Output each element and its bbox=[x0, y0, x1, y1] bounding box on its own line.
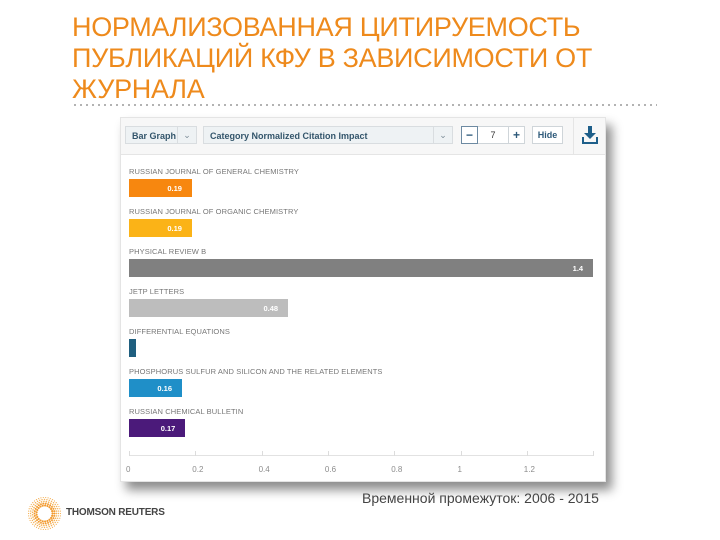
bar[interactable]: 0.16 bbox=[129, 379, 183, 397]
metric-select[interactable]: Category Normalized Citation Impact ⌄ bbox=[203, 126, 453, 144]
slide-title: НОРМАЛИЗОВАННАЯ ЦИТИРУЕМОСТЬ ПУБЛИКАЦИЙ … bbox=[72, 12, 672, 105]
x-tick-label: 0.2 bbox=[192, 465, 204, 474]
bar-label: RUSSIAN JOURNAL OF ORGANIC CHEMISTRY bbox=[129, 207, 299, 216]
x-tick-label: 1.2 bbox=[523, 465, 535, 474]
x-tick bbox=[394, 451, 396, 456]
bar[interactable]: 0.19 bbox=[129, 179, 192, 197]
x-tick-label: 1 bbox=[457, 465, 462, 474]
bar-label: JETP LETTERS bbox=[129, 287, 185, 296]
chevron-down-icon[interactable]: ⌄ bbox=[177, 127, 196, 143]
bar-value-label: 0.19 bbox=[167, 224, 182, 233]
bar-label: PHOSPHORUS SULFUR AND SILICON AND THE RE… bbox=[129, 367, 383, 376]
hide-button[interactable]: Hide bbox=[532, 126, 563, 144]
chart-type-value: Bar Graph bbox=[132, 131, 177, 141]
x-tick-label: 0 bbox=[126, 465, 131, 474]
bar-label: PHYSICAL REVIEW B bbox=[129, 247, 207, 256]
x-tick bbox=[129, 451, 130, 456]
bar[interactable]: 0.48 bbox=[129, 299, 289, 317]
x-tick bbox=[526, 451, 528, 456]
bar[interactable]: 0.17 bbox=[129, 419, 186, 437]
x-tick bbox=[327, 451, 329, 456]
download-icon bbox=[582, 126, 598, 144]
dotted-divider bbox=[72, 104, 657, 106]
bar-label: RUSSIAN JOURNAL OF GENERAL CHEMISTRY bbox=[129, 167, 300, 176]
time-period-label: Временной промежуток: 2006 - 2015 bbox=[362, 490, 599, 506]
bar[interactable]: 0.19 bbox=[129, 219, 192, 237]
x-axis-line bbox=[129, 455, 594, 456]
x-tick bbox=[195, 451, 197, 456]
title-line-1: НОРМАЛИЗОВАННАЯ ЦИТИРУЕМОСТЬ bbox=[72, 12, 581, 42]
metric-value: Category Normalized Citation Impact bbox=[210, 131, 368, 141]
chart-toolbar: Bar Graph ⌄ Category Normalized Citation… bbox=[121, 118, 605, 155]
bar-value-label: 0.48 bbox=[263, 304, 279, 313]
bar-value-label: 0.17 bbox=[160, 424, 176, 433]
count-input[interactable]: 7 bbox=[478, 126, 508, 144]
chart-panel: Bar Graph ⌄ Category Normalized Citation… bbox=[120, 117, 606, 482]
bar-label: RUSSIAN CHEMICAL BULLETIN bbox=[129, 407, 244, 416]
bar-value-label: 1.4 bbox=[572, 264, 584, 273]
bar-value-label: 0.16 bbox=[157, 384, 173, 393]
bar-label: DIFFERENTIAL EQUATIONS bbox=[129, 327, 230, 336]
x-tick bbox=[261, 451, 263, 456]
bar-value-label: 0.19 bbox=[167, 184, 182, 193]
x-tick-label: 0.4 bbox=[258, 465, 270, 474]
chevron-down-icon[interactable]: ⌄ bbox=[433, 127, 452, 143]
x-tick-label: 0.8 bbox=[391, 465, 403, 474]
thomson-reuters-logo-icon bbox=[28, 497, 61, 530]
decrease-button[interactable]: − bbox=[461, 126, 478, 144]
x-tick-label: 0.6 bbox=[324, 465, 337, 474]
bar[interactable]: 1.4 bbox=[129, 259, 594, 277]
x-tick bbox=[460, 451, 462, 456]
logo-text: THOMSON REUTERS bbox=[66, 507, 165, 518]
download-button[interactable] bbox=[573, 118, 606, 154]
x-tick bbox=[593, 451, 595, 456]
increase-button[interactable]: + bbox=[508, 126, 525, 144]
chart-type-select[interactable]: Bar Graph ⌄ bbox=[125, 126, 197, 144]
title-line-2: ПУБЛИКАЦИЙ КФУ В ЗАВИСИМОСТИ ОТ bbox=[72, 43, 593, 73]
bar[interactable] bbox=[129, 339, 136, 357]
title-line-3: ЖУРНАЛА bbox=[72, 74, 205, 104]
